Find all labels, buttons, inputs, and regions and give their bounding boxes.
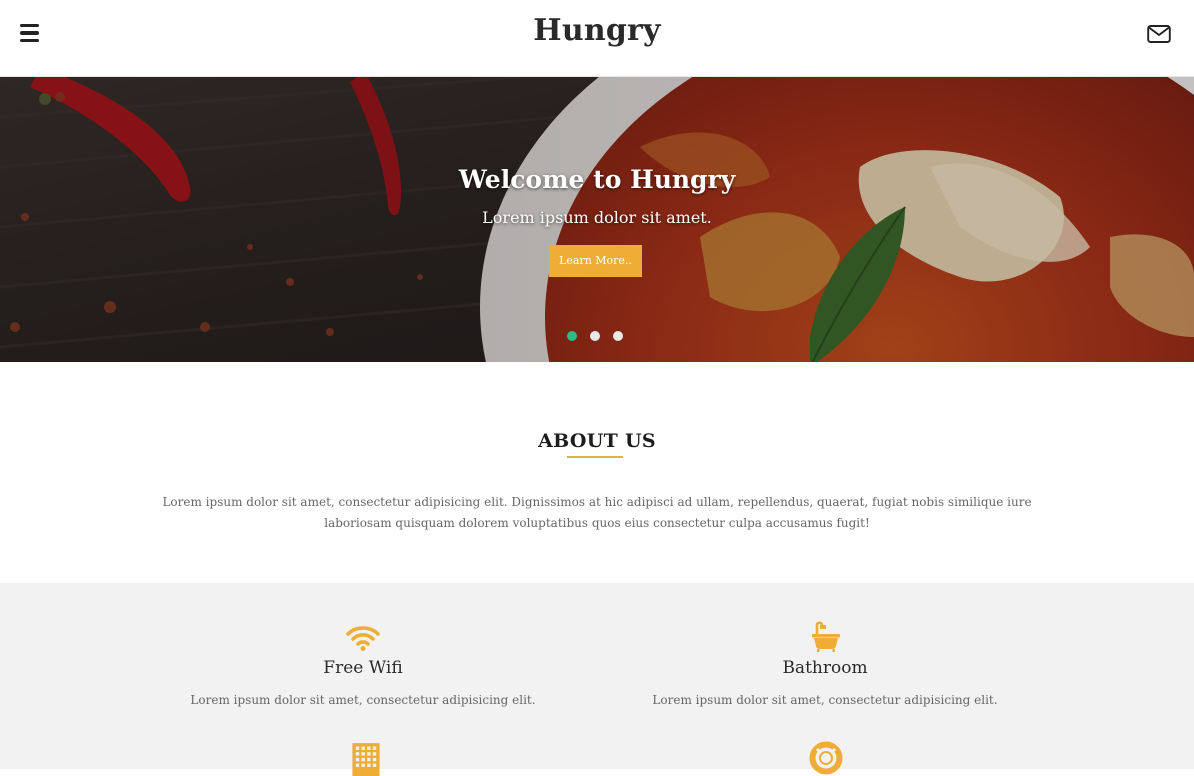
carousel-dot-1[interactable] <box>567 331 577 341</box>
about-title: ABOUT US <box>538 430 656 452</box>
feature-item-support <box>615 583 1035 775</box>
hero-subtitle: Lorem ipsum dolor sit amet. <box>482 208 712 227</box>
carousel-dot-2[interactable] <box>590 331 600 341</box>
about-title-underline <box>567 456 623 458</box>
building-icon <box>352 743 380 776</box>
about-text: Lorem ipsum dolor sit amet, consectetur … <box>162 495 1032 530</box>
carousel-dot-3[interactable] <box>613 331 623 341</box>
envelope-icon[interactable] <box>1147 24 1171 44</box>
hero-title: Welcome to Hungry <box>458 165 736 194</box>
learn-more-button[interactable]: Learn More.. <box>549 245 642 277</box>
hamburger-menu-icon[interactable] <box>20 24 40 43</box>
hero-caption: Welcome to Hungry Lorem ipsum dolor sit … <box>0 77 1194 362</box>
features-section: Free Wifi Lorem ipsum dolor sit amet, co… <box>0 583 1194 776</box>
about-section: ABOUT US Lorem ipsum dolor sit amet, con… <box>0 362 1194 583</box>
feature-item-building <box>153 583 573 776</box>
hero-carousel: Welcome to Hungry Lorem ipsum dolor sit … <box>0 77 1194 362</box>
life-ring-icon <box>809 741 843 775</box>
carousel-indicators <box>567 331 636 341</box>
navbar: Hungry <box>0 0 1194 77</box>
brand-link[interactable]: Hungry <box>533 13 660 48</box>
brand-logo-text: Hungry <box>0 13 1194 48</box>
